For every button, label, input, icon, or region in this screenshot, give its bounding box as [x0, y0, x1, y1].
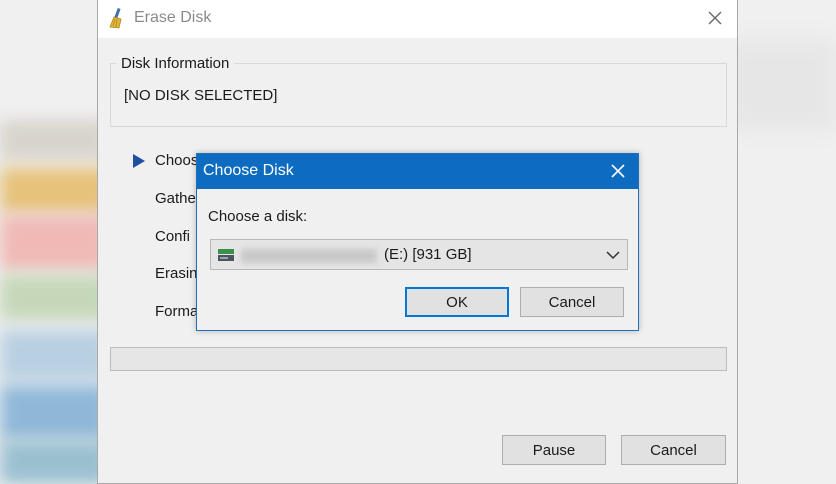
background-stripe [0, 385, 110, 440]
broom-icon [109, 7, 122, 29]
background-stripe [0, 275, 110, 320]
selected-disk-value: (E:) [931 GB] [384, 246, 472, 263]
choose-disk-dialog: Choose Disk Choose a disk: (E:) [931 GB]… [196, 153, 639, 331]
dialog-titlebar[interactable]: Choose Disk [197, 154, 638, 189]
background-blur [726, 40, 836, 130]
window-titlebar[interactable]: Erase Disk [98, 0, 737, 38]
step-confirm: Confi [155, 228, 191, 245]
drive-icon [218, 249, 234, 261]
disk-select-dropdown[interactable]: (E:) [931 GB] [210, 239, 628, 270]
disk-information-value: [NO DISK SELECTED] [124, 87, 278, 104]
erase-progress-bar [110, 347, 727, 371]
background-stripe [0, 440, 110, 484]
ok-button[interactable]: OK [405, 287, 509, 317]
step-format: Forma [155, 303, 199, 320]
chevron-down-icon [606, 251, 620, 260]
dialog-title: Choose Disk [203, 162, 294, 179]
step-gather: Gathe [155, 190, 196, 207]
cancel-button[interactable]: Cancel [621, 435, 726, 465]
window-title: Erase Disk [134, 9, 212, 26]
background-stripe [0, 168, 110, 213]
pause-button[interactable]: Pause [502, 435, 606, 465]
redacted-disk-name [241, 249, 377, 263]
background-stripe [0, 330, 110, 380]
disk-information-legend: Disk Information [116, 55, 235, 72]
current-step-arrow-icon [133, 154, 145, 168]
close-icon[interactable] [610, 163, 626, 179]
step-choose: Choos [155, 152, 199, 169]
step-erasing: Erasin [155, 265, 198, 282]
background-stripe [0, 120, 110, 160]
background-stripe [0, 215, 110, 270]
close-icon[interactable] [705, 8, 725, 28]
dialog-cancel-button[interactable]: Cancel [520, 287, 624, 317]
choose-disk-label: Choose a disk: [208, 208, 308, 225]
